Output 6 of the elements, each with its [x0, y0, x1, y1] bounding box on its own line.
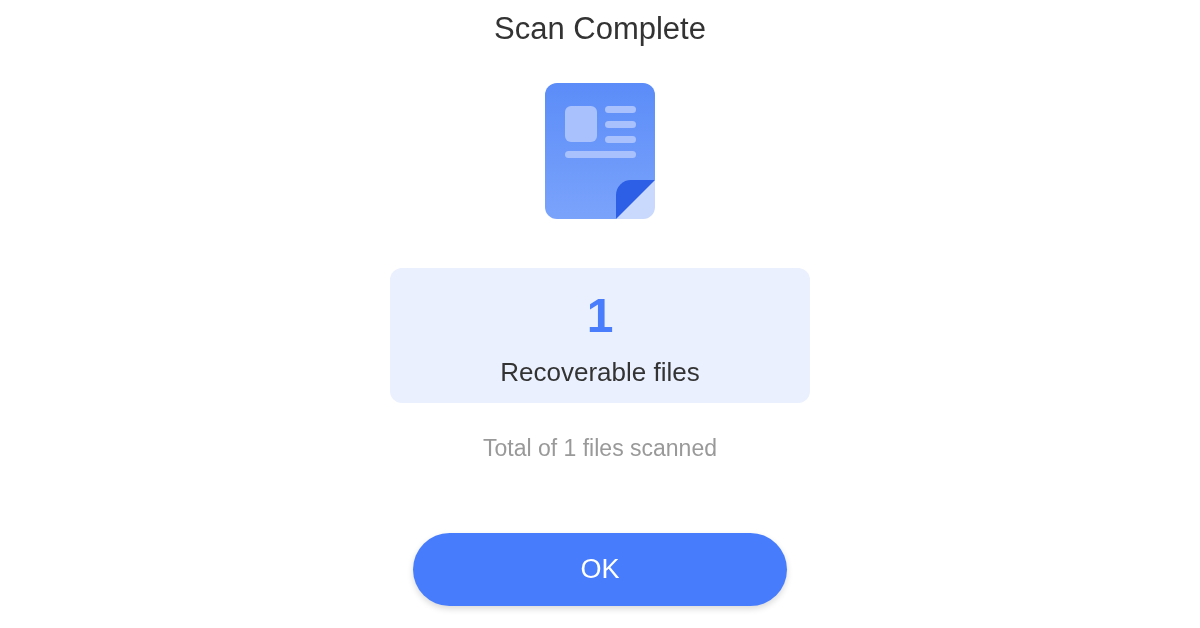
- ok-button[interactable]: OK: [413, 533, 787, 606]
- file-count: 1: [586, 288, 614, 344]
- document-icon: [545, 83, 655, 219]
- scan-summary: Total of 1 files scanned: [483, 434, 717, 463]
- count-label: Recoverable files: [500, 356, 700, 388]
- dialog-title: Scan Complete: [494, 10, 706, 48]
